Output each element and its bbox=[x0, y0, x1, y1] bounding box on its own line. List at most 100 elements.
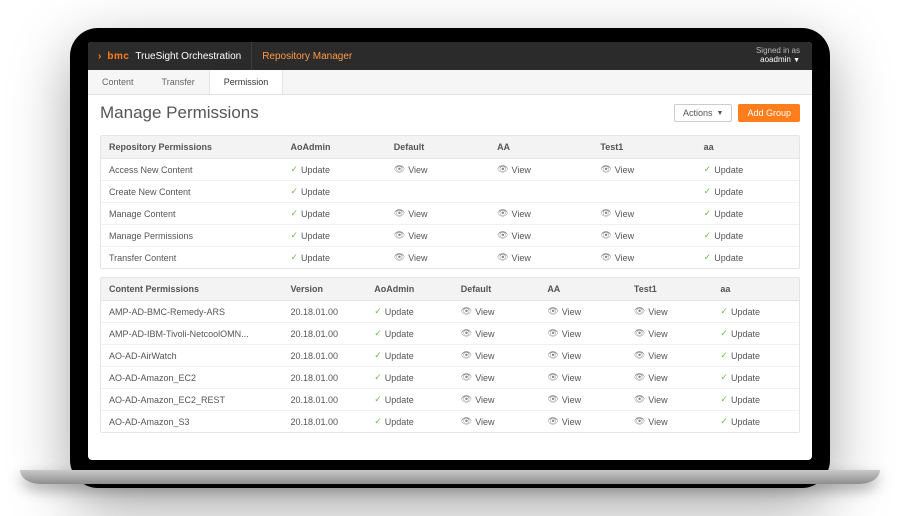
permission-view[interactable]: 👁View bbox=[394, 164, 428, 175]
permission-view[interactable]: 👁View bbox=[394, 208, 428, 219]
col-aoadmin: AoAdmin bbox=[282, 136, 385, 159]
tab-content[interactable]: Content bbox=[88, 70, 148, 94]
eye-icon: 👁 bbox=[547, 306, 558, 317]
permission-cell: 👁View bbox=[626, 345, 713, 367]
signin-user: aoadmin bbox=[760, 55, 791, 64]
permission-view[interactable]: 👁View bbox=[634, 328, 668, 339]
permission-update[interactable]: ✓Update bbox=[704, 164, 744, 175]
permission-view[interactable]: 👁View bbox=[547, 372, 581, 383]
permission-view[interactable]: 👁View bbox=[461, 394, 495, 405]
permission-view[interactable]: 👁View bbox=[634, 416, 668, 427]
permission-cell: ✓Update bbox=[696, 181, 799, 203]
actions-button[interactable]: Actions▼ bbox=[674, 104, 732, 122]
check-icon: ✓ bbox=[704, 208, 712, 219]
permission-cell: ✓Update bbox=[366, 367, 453, 389]
eye-icon: 👁 bbox=[547, 416, 558, 427]
signin-block[interactable]: Signed in as aoadmin ▼ bbox=[744, 47, 812, 65]
permission-cell: 👁View bbox=[453, 367, 540, 389]
permission-view[interactable]: 👁View bbox=[547, 328, 581, 339]
permission-view[interactable]: 👁View bbox=[634, 372, 668, 383]
permission-cell: ✓Update bbox=[696, 225, 799, 247]
check-icon: ✓ bbox=[704, 230, 712, 241]
permission-update[interactable]: ✓Update bbox=[720, 394, 760, 405]
permission-update[interactable]: ✓Update bbox=[704, 252, 744, 263]
permission-update[interactable]: ✓Update bbox=[720, 306, 760, 317]
check-icon: ✓ bbox=[720, 306, 728, 317]
subapp-name[interactable]: Repository Manager bbox=[251, 42, 362, 70]
row-name: AO-AD-Amazon_EC2 bbox=[101, 367, 282, 389]
check-icon: ✓ bbox=[374, 372, 382, 383]
permission-view[interactable]: 👁View bbox=[634, 350, 668, 361]
permission-update[interactable]: ✓Update bbox=[374, 394, 414, 405]
permission-view[interactable]: 👁View bbox=[600, 164, 634, 175]
table-row: AO-AD-AirWatch20.18.01.00 ✓Update 👁View 👁Vi… bbox=[101, 345, 799, 367]
col-default: Default bbox=[386, 136, 489, 159]
permission-view[interactable]: 👁View bbox=[461, 306, 495, 317]
permission-view[interactable]: 👁View bbox=[634, 306, 668, 317]
permission-view[interactable]: 👁View bbox=[497, 252, 531, 263]
permission-view[interactable]: 👁View bbox=[461, 328, 495, 339]
tab-permission[interactable]: Permission bbox=[209, 70, 284, 94]
brand-chevron-icon: › bbox=[98, 51, 101, 62]
permission-view[interactable]: 👁View bbox=[394, 230, 428, 241]
eye-icon: 👁 bbox=[461, 372, 472, 383]
permission-update[interactable]: ✓Update bbox=[720, 328, 760, 339]
permission-cell: 👁View bbox=[626, 301, 713, 323]
permission-update[interactable]: ✓Update bbox=[704, 230, 744, 241]
permission-update[interactable]: ✓Update bbox=[720, 416, 760, 427]
col-test1: Test1 bbox=[626, 278, 713, 301]
tab-transfer[interactable]: Transfer bbox=[148, 70, 209, 94]
eye-icon: 👁 bbox=[600, 208, 611, 219]
permission-update[interactable]: ✓Update bbox=[720, 372, 760, 383]
eye-icon: 👁 bbox=[497, 230, 508, 241]
permission-cell: 👁View bbox=[489, 159, 592, 181]
eye-icon: 👁 bbox=[461, 394, 472, 405]
permission-view[interactable]: 👁View bbox=[547, 306, 581, 317]
check-icon: ✓ bbox=[720, 416, 728, 427]
permission-cell: ✓Update bbox=[712, 367, 799, 389]
table-row: Create New Content ✓Update ✓Update bbox=[101, 181, 799, 203]
permission-cell: ✓Update bbox=[282, 181, 385, 203]
col-version: Version bbox=[282, 278, 366, 301]
permission-update[interactable]: ✓Update bbox=[374, 328, 414, 339]
permission-view[interactable]: 👁View bbox=[497, 208, 531, 219]
permission-view[interactable]: 👁View bbox=[461, 372, 495, 383]
eye-icon: 👁 bbox=[394, 208, 405, 219]
permission-update[interactable]: ✓Update bbox=[374, 350, 414, 361]
permission-view[interactable]: 👁View bbox=[461, 350, 495, 361]
permission-update[interactable]: ✓Update bbox=[290, 164, 330, 175]
permission-view[interactable]: 👁View bbox=[547, 394, 581, 405]
check-icon: ✓ bbox=[720, 328, 728, 339]
row-name: AO-AD-AirWatch bbox=[101, 345, 282, 367]
permission-view[interactable]: 👁View bbox=[600, 230, 634, 241]
permission-view[interactable]: 👁View bbox=[461, 416, 495, 427]
permission-view[interactable]: 👁View bbox=[547, 350, 581, 361]
permission-update[interactable]: ✓Update bbox=[704, 208, 744, 219]
permission-view[interactable]: 👁View bbox=[497, 230, 531, 241]
permission-view[interactable]: 👁View bbox=[600, 252, 634, 263]
permission-update[interactable]: ✓Update bbox=[720, 350, 760, 361]
permission-update[interactable]: ✓Update bbox=[290, 252, 330, 263]
permission-update[interactable]: ✓Update bbox=[290, 186, 330, 197]
permission-view[interactable]: 👁View bbox=[394, 252, 428, 263]
row-version: 20.18.01.00 bbox=[282, 345, 366, 367]
permission-view[interactable]: 👁View bbox=[634, 394, 668, 405]
permission-cell bbox=[386, 181, 489, 203]
permission-view[interactable]: 👁View bbox=[547, 416, 581, 427]
permission-cell: 👁View bbox=[489, 203, 592, 225]
permission-update[interactable]: ✓Update bbox=[374, 372, 414, 383]
permission-update[interactable]: ✓Update bbox=[374, 416, 414, 427]
permission-view[interactable]: 👁View bbox=[497, 164, 531, 175]
add-group-button[interactable]: Add Group bbox=[738, 104, 800, 122]
permission-update[interactable]: ✓Update bbox=[704, 186, 744, 197]
permission-update[interactable]: ✓Update bbox=[290, 230, 330, 241]
check-icon: ✓ bbox=[374, 394, 382, 405]
permission-update[interactable]: ✓Update bbox=[290, 208, 330, 219]
col-aa2: aa bbox=[712, 278, 799, 301]
row-name: Create New Content bbox=[101, 181, 282, 203]
permission-update[interactable]: ✓Update bbox=[374, 306, 414, 317]
permission-cell: 👁View bbox=[489, 225, 592, 247]
permission-view[interactable]: 👁View bbox=[600, 208, 634, 219]
permission-cell: ✓Update bbox=[712, 389, 799, 411]
permission-cell: 👁View bbox=[626, 389, 713, 411]
